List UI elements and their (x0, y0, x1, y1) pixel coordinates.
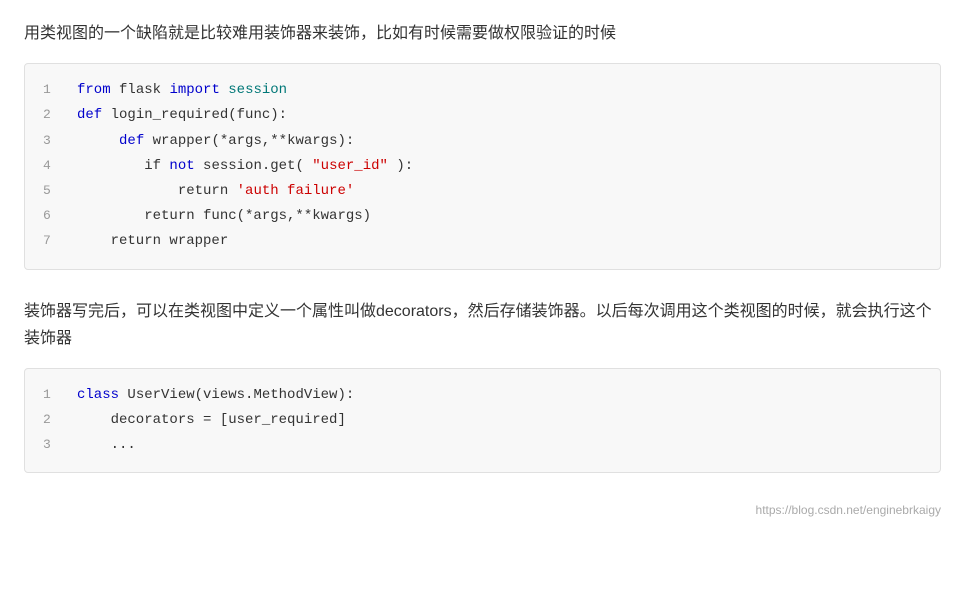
keyword: def (77, 107, 102, 123)
code-line: 3 ... (43, 433, 922, 458)
code-text: flask (119, 82, 169, 98)
code-line: 3 def wrapper(*args,**kwargs): (43, 129, 922, 154)
line-number: 1 (43, 383, 63, 406)
line-number: 2 (43, 408, 63, 431)
code-text: return (77, 183, 237, 199)
line-number: 4 (43, 154, 63, 177)
code-line: 5 return 'auth failure' (43, 179, 922, 204)
description-2: 装饰器写完后，可以在类视图中定义一个属性叫做decorators，然后存储装饰器… (24, 298, 941, 352)
code-text: decorators = [user_required] (77, 412, 346, 428)
line-number: 5 (43, 179, 63, 202)
description-1: 用类视图的一个缺陷就是比较难用装饰器来装饰，比如有时候需要做权限验证的时候 (24, 20, 941, 47)
code-block-1: 1 from flask import session 2 def login_… (24, 63, 941, 269)
code-line: 2 def login_required(func): (43, 103, 922, 128)
code-text: return wrapper (77, 233, 228, 249)
watermark: https://blog.csdn.net/enginebrkaigy (24, 501, 941, 520)
keyword: def (119, 133, 144, 149)
keyword: from (77, 82, 111, 98)
string: "user_id" (312, 158, 388, 174)
code-line: 4 if not session.get( "user_id" ): (43, 154, 922, 179)
code-block-2: 1 class UserView(views.MethodView): 2 de… (24, 368, 941, 474)
code-content: return 'auth failure' (77, 179, 354, 204)
code-text: wrapper(*args,**kwargs): (153, 133, 355, 149)
keyword: class (77, 387, 119, 403)
code-line: 2 decorators = [user_required] (43, 408, 922, 433)
code-content: def wrapper(*args,**kwargs): (77, 129, 354, 154)
code-line: 7 return wrapper (43, 229, 922, 254)
line-number: 6 (43, 204, 63, 227)
line-number: 7 (43, 229, 63, 252)
keyword: import (169, 82, 219, 98)
code-line: 6 return func(*args,**kwargs) (43, 204, 922, 229)
code-text: session.get( (203, 158, 304, 174)
code-line: 1 class UserView(views.MethodView): (43, 383, 922, 408)
code-content: ... (77, 433, 136, 458)
line-number: 2 (43, 103, 63, 126)
code-text: if (77, 158, 169, 174)
code-content: if not session.get( "user_id" ): (77, 154, 413, 179)
code-text: ... (77, 437, 136, 453)
code-text: UserView(views.MethodView): (127, 387, 354, 403)
line-number: 1 (43, 78, 63, 101)
string: 'auth failure' (237, 183, 355, 199)
code-content: from flask import session (77, 78, 287, 103)
code-content: class UserView(views.MethodView): (77, 383, 354, 408)
section-1: 用类视图的一个缺陷就是比较难用装饰器来装饰，比如有时候需要做权限验证的时候 1 … (24, 20, 941, 270)
code-content: return func(*args,**kwargs) (77, 204, 371, 229)
page-container: 用类视图的一个缺陷就是比较难用装饰器来装饰，比如有时候需要做权限验证的时候 1 … (24, 20, 941, 521)
code-content: return wrapper (77, 229, 228, 254)
code-text (77, 133, 111, 149)
code-line: 1 from flask import session (43, 78, 922, 103)
line-number: 3 (43, 129, 63, 152)
keyword: not (169, 158, 194, 174)
code-text: login_required(func): (111, 107, 287, 123)
line-number: 3 (43, 433, 63, 456)
code-text: return func(*args,**kwargs) (77, 208, 371, 224)
section-2: 装饰器写完后，可以在类视图中定义一个属性叫做decorators，然后存储装饰器… (24, 298, 941, 521)
code-text: session (228, 82, 287, 98)
code-content: def login_required(func): (77, 103, 287, 128)
code-content: decorators = [user_required] (77, 408, 346, 433)
code-text: ): (396, 158, 413, 174)
